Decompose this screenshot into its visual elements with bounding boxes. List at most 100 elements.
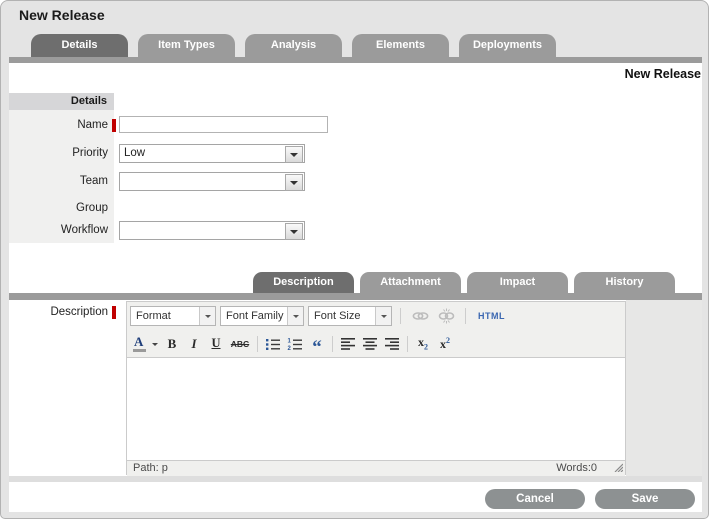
priority-label: Priority [9, 144, 108, 163]
align-left-button[interactable] [337, 334, 359, 354]
name-label: Name [9, 116, 108, 135]
insert-link-button[interactable] [409, 306, 431, 326]
team-select[interactable] [119, 172, 305, 191]
tab-item-types[interactable]: Item Types [138, 34, 235, 57]
resize-grip-icon [613, 462, 623, 472]
format-dropdown-button[interactable] [199, 307, 215, 325]
font-family-dropdown-button[interactable] [287, 307, 303, 325]
toolbar-separator [257, 336, 258, 352]
tab-impact[interactable]: Impact [467, 272, 568, 293]
tab-details-label: Details [61, 39, 97, 51]
window-frame: New Release Details Item Types Analysis … [0, 0, 709, 519]
strikethrough-button[interactable]: ABC [227, 334, 253, 354]
tab-attachment[interactable]: Attachment [360, 272, 461, 293]
tab-attachment-label: Attachment [380, 276, 441, 288]
subscript-button[interactable]: x2 [412, 334, 434, 354]
toolbar-separator [400, 308, 401, 324]
priority-dropdown-button[interactable] [285, 146, 303, 163]
underline-button[interactable]: U [205, 334, 227, 354]
link-icon [412, 309, 429, 323]
subscript-digit: 2 [424, 343, 428, 352]
align-center-button[interactable] [359, 334, 381, 354]
remove-link-button[interactable] [435, 306, 457, 326]
workflow-label: Workflow [9, 221, 108, 240]
tab-elements[interactable]: Elements [352, 34, 449, 57]
group-label: Group [9, 199, 108, 218]
chevron-down-icon [290, 181, 298, 185]
tab-details[interactable]: Details [31, 34, 128, 57]
align-right-button[interactable] [381, 334, 403, 354]
editor-path: Path: p [133, 462, 168, 474]
font-family-dropdown[interactable]: Font Family [220, 306, 304, 326]
workflow-dropdown-button[interactable] [285, 223, 303, 240]
bullet-list-icon [265, 337, 281, 351]
svg-text:2: 2 [288, 346, 292, 351]
bold-button[interactable]: B [161, 334, 183, 354]
description-label: Description [9, 303, 108, 322]
details-panel-header: Details [9, 93, 114, 110]
toolbar-separator [407, 336, 408, 352]
editor-side-panel [626, 300, 702, 477]
font-size-dropdown-button[interactable] [375, 307, 391, 325]
content-area: New Release Details Name Priority Low Te… [9, 63, 702, 512]
section-tab-divider [9, 293, 702, 300]
tab-analysis-label: Analysis [271, 39, 316, 51]
numbered-list-button[interactable]: 12 [284, 334, 306, 354]
tab-deployments[interactable]: Deployments [459, 34, 556, 57]
tab-analysis[interactable]: Analysis [245, 34, 342, 57]
priority-select[interactable]: Low [119, 144, 305, 163]
blockquote-button[interactable]: “ [306, 334, 328, 354]
align-right-icon [385, 338, 400, 350]
tab-item-types-label: Item Types [158, 39, 215, 51]
editor-body[interactable] [127, 357, 625, 461]
page-title: New Release [19, 7, 105, 23]
editor-toolbar-row1: Format Font Family Font Size [127, 302, 625, 330]
font-size-dropdown-value: Font Size [314, 307, 360, 325]
superscript-button[interactable]: x2 [434, 334, 456, 354]
tab-history-label: History [606, 276, 644, 288]
name-required-marker [112, 119, 116, 132]
cancel-button[interactable]: Cancel [485, 489, 585, 509]
editor-word-count: Words:0 [556, 462, 597, 474]
bold-icon: B [168, 336, 177, 352]
font-color-icon: A [134, 334, 143, 350]
italic-icon: I [191, 336, 196, 352]
footer-divider [9, 476, 702, 482]
superscript-digit: 2 [446, 336, 450, 345]
html-source-button[interactable]: HTML [474, 311, 509, 321]
name-input[interactable] [119, 116, 328, 133]
strikethrough-icon: ABC [231, 339, 249, 349]
toolbar-separator [465, 308, 466, 324]
bullet-list-button[interactable] [262, 334, 284, 354]
rich-text-editor: Format Font Family Font Size [126, 301, 626, 475]
team-label: Team [9, 172, 108, 191]
workflow-select[interactable] [119, 221, 305, 240]
chevron-down-icon [152, 343, 158, 346]
description-required-marker [112, 306, 116, 319]
editor-status-bar: Path: p Words:0 [127, 461, 625, 476]
resize-handle[interactable] [613, 462, 623, 475]
font-size-dropdown[interactable]: Font Size [308, 306, 392, 326]
font-color-button[interactable]: A [131, 334, 161, 354]
tab-description[interactable]: Description [253, 272, 354, 293]
content-heading: New Release [625, 67, 701, 81]
subscript-icon: x2 [418, 335, 428, 351]
tab-description-label: Description [273, 276, 334, 288]
chevron-down-icon [381, 315, 387, 318]
priority-value: Low [124, 145, 145, 162]
editor-toolbar-row2: A B I U ABC [127, 330, 625, 357]
tab-history[interactable]: History [574, 272, 675, 293]
svg-text:1: 1 [288, 338, 292, 344]
team-dropdown-button[interactable] [285, 174, 303, 191]
unlink-icon [438, 308, 455, 324]
superscript-icon: x2 [440, 336, 450, 352]
tab-deployments-label: Deployments [473, 39, 542, 51]
format-dropdown[interactable]: Format [130, 306, 216, 326]
chevron-down-icon [293, 315, 299, 318]
italic-button[interactable]: I [183, 334, 205, 354]
section-tab-bar: Description Attachment Impact History [253, 272, 675, 293]
font-family-dropdown-value: Font Family [226, 307, 283, 325]
underline-icon: U [211, 336, 220, 351]
save-button[interactable]: Save [595, 489, 695, 509]
main-tab-bar: Details Item Types Analysis Elements Dep… [31, 34, 556, 57]
